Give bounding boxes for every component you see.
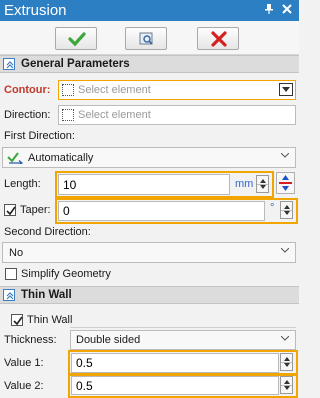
auto-direction-icon — [7, 152, 23, 164]
value1-input[interactable] — [71, 353, 279, 373]
section-title: General Parameters — [21, 58, 130, 70]
selection-icon — [62, 109, 74, 121]
check-icon — [68, 32, 86, 47]
taper-unit: ° — [270, 202, 275, 214]
first-direction-label: First Direction: — [4, 130, 75, 142]
pin-icon[interactable] — [262, 3, 276, 17]
group-divider — [70, 327, 296, 328]
second-direction-value: No — [9, 247, 24, 259]
thickness-label: Thickness: — [4, 334, 57, 346]
general-parameters-header[interactable]: General Parameters — [0, 55, 299, 73]
preview-button[interactable] — [125, 27, 167, 50]
value1-label: Value 1: — [4, 357, 44, 369]
direction-label: Direction: — [4, 109, 51, 121]
collapse-icon[interactable] — [3, 289, 15, 301]
length-stepper[interactable] — [256, 175, 269, 193]
contour-placeholder: Select element — [78, 84, 151, 96]
preview-icon — [139, 32, 153, 45]
chevron-down-icon — [281, 336, 289, 341]
close-icon — [211, 31, 227, 47]
thickness-select[interactable]: Double sided — [70, 330, 296, 350]
direction-select[interactable]: Select element — [58, 105, 296, 125]
reverse-direction-icon[interactable] — [276, 172, 295, 194]
first-direction-select[interactable]: Automatically — [2, 147, 296, 168]
contour-select[interactable]: Select element — [58, 80, 296, 100]
title-bar: Extrusion — [0, 0, 299, 21]
chevron-down-icon — [281, 248, 289, 253]
ok-button[interactable] — [55, 27, 97, 50]
length-input[interactable] — [58, 174, 230, 195]
taper-stepper[interactable] — [280, 201, 293, 219]
thickness-value: Double sided — [76, 334, 141, 346]
taper-input[interactable] — [58, 201, 265, 221]
value2-label: Value 2: — [4, 380, 44, 392]
value1-stepper[interactable] — [280, 353, 293, 371]
collapse-icon[interactable] — [3, 58, 15, 70]
cancel-button[interactable] — [197, 27, 239, 50]
window-title: Extrusion — [4, 2, 67, 19]
contour-label: Contour: — [4, 84, 51, 96]
thin-wall-checkbox[interactable] — [11, 314, 23, 326]
section-title: Thin Wall — [21, 289, 72, 301]
value2-input[interactable] — [71, 376, 279, 395]
checkmark-icon — [6, 206, 16, 216]
selection-icon — [62, 84, 74, 96]
chevron-down-icon — [281, 153, 289, 158]
length-label: Length: — [4, 178, 41, 190]
simplify-geometry-label: Simplify Geometry — [21, 268, 111, 280]
taper-label: Taper: — [20, 204, 51, 216]
close-window-icon[interactable] — [280, 3, 294, 17]
thin-wall-header[interactable]: Thin Wall — [0, 286, 299, 304]
value2-stepper[interactable] — [280, 376, 293, 394]
second-direction-label: Second Direction: — [4, 226, 91, 238]
first-direction-value: Automatically — [28, 152, 94, 164]
checkmark-icon — [13, 316, 23, 326]
simplify-geometry-checkbox[interactable] — [5, 268, 17, 280]
thin-wall-label: Thin Wall — [27, 314, 73, 326]
toolbar — [0, 21, 299, 55]
chevron-down-icon[interactable] — [279, 83, 293, 96]
length-unit[interactable]: mm — [235, 178, 253, 190]
direction-placeholder: Select element — [78, 109, 151, 121]
second-direction-select[interactable]: No — [2, 242, 296, 263]
taper-checkbox[interactable] — [4, 204, 16, 216]
